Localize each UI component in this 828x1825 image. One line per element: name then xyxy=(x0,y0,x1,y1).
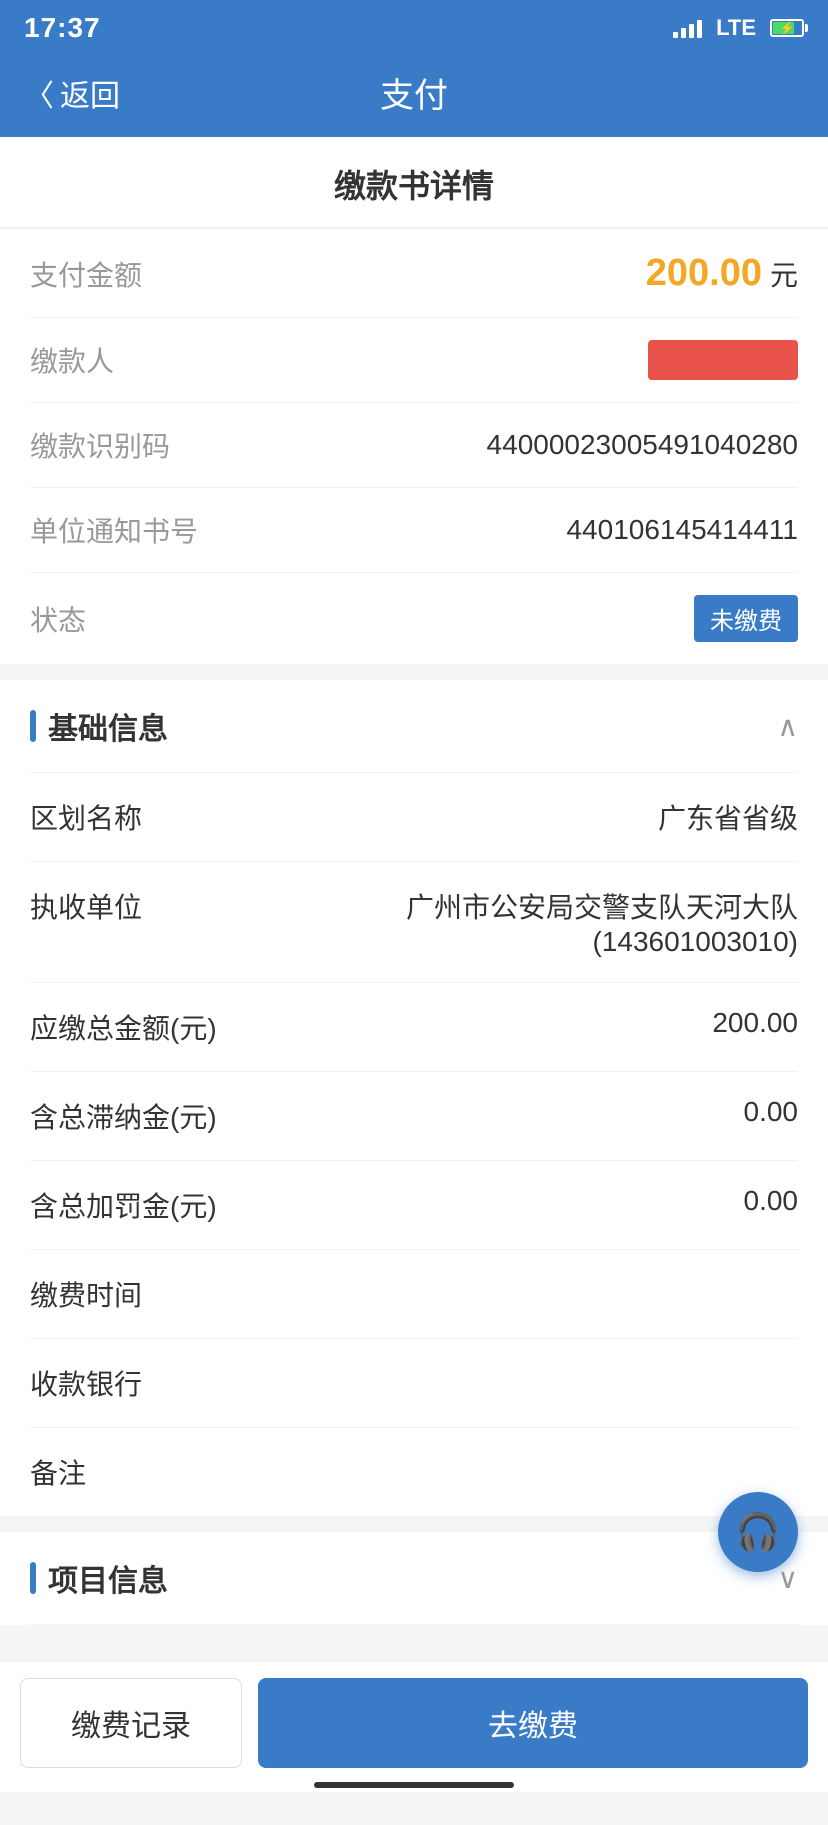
amount-unit: 元 xyxy=(770,254,798,294)
status-time: 17:37 xyxy=(24,12,101,44)
project-info-header[interactable]: 项目信息 ∨ xyxy=(30,1532,798,1625)
status-row: 状态 未缴费 xyxy=(30,573,798,664)
region-row: 区划名称 广东省省级 xyxy=(30,773,798,862)
note-label: 备注 xyxy=(30,1452,230,1492)
region-label: 区划名称 xyxy=(30,797,230,837)
section-header-left: 基础信息 xyxy=(30,704,168,748)
home-indicator xyxy=(0,1782,828,1788)
amount-row: 支付金额 200.00 元 xyxy=(30,230,798,318)
section-indicator xyxy=(30,710,36,742)
penalty-row: 含总加罚金(元) 0.00 xyxy=(30,1161,798,1250)
status-badge: 未缴费 xyxy=(694,595,798,642)
page-title: 缴款书详情 xyxy=(334,168,494,204)
headphone-icon: 🎧 xyxy=(736,1511,781,1553)
total-amount-value: 200.00 xyxy=(230,1007,798,1039)
bank-value: — xyxy=(230,1363,798,1395)
project-info-title: 项目信息 xyxy=(48,1556,168,1600)
section-divider-2 xyxy=(0,1516,828,1532)
collector-value: 广州市公安局交警支队天河大队 (143601003010) xyxy=(230,886,798,958)
payer-row: 缴款人 xyxy=(30,318,798,403)
late-fee-value: 0.00 xyxy=(230,1096,798,1128)
region-value: 广东省省级 xyxy=(230,797,798,837)
payer-label: 缴款人 xyxy=(30,340,114,380)
support-button[interactable]: 🎧 xyxy=(718,1492,798,1572)
signal-icon xyxy=(673,18,702,38)
back-chevron-icon: 〈 xyxy=(24,71,54,115)
late-fee-label: 含总滞纳金(元) xyxy=(30,1096,230,1136)
pay-time-label: 缴费时间 xyxy=(30,1274,230,1314)
basic-info-header[interactable]: 基础信息 ∧ xyxy=(30,680,798,773)
late-fee-row: 含总滞纳金(元) 0.00 xyxy=(30,1072,798,1161)
project-info-section: 项目信息 ∨ xyxy=(0,1532,828,1625)
notice-value: 440106145414411 xyxy=(566,514,798,546)
record-button[interactable]: 缴费记录 xyxy=(20,1678,242,1768)
bank-row: 收款银行 — xyxy=(30,1339,798,1428)
pay-button[interactable]: 去缴费 xyxy=(258,1678,808,1768)
bottom-bar: 缴费记录 去缴费 xyxy=(0,1661,828,1792)
code-row: 缴款识别码 44000023005491040280 xyxy=(30,403,798,488)
payer-redacted xyxy=(648,340,798,380)
battery-icon: ⚡ xyxy=(770,19,804,37)
expand-icon: ∨ xyxy=(778,1562,799,1595)
nav-title: 支付 xyxy=(380,68,448,117)
basic-info-title: 基础信息 xyxy=(48,704,168,748)
penalty-label: 含总加罚金(元) xyxy=(30,1185,230,1225)
lte-icon: LTE xyxy=(716,15,756,41)
project-section-indicator xyxy=(30,1562,36,1594)
back-button[interactable]: 〈 返回 xyxy=(24,71,120,115)
total-amount-row: 应缴总金额(元) 200.00 xyxy=(30,983,798,1072)
amount-label: 支付金额 xyxy=(30,254,142,294)
total-amount-label: 应缴总金额(元) xyxy=(30,1007,230,1047)
home-bar xyxy=(314,1782,514,1788)
collector-row: 执收单位 广州市公安局交警支队天河大队 (143601003010) xyxy=(30,862,798,983)
page-title-section: 缴款书详情 xyxy=(0,137,828,228)
status-label: 状态 xyxy=(30,599,86,639)
status-icons: LTE ⚡ xyxy=(673,15,804,41)
note-value: — xyxy=(230,1452,798,1484)
project-section-header-left: 项目信息 xyxy=(30,1556,168,1600)
collector-label: 执收单位 xyxy=(30,886,230,926)
nav-bar: 〈 返回 支付 xyxy=(0,52,828,137)
pay-time-value: — xyxy=(230,1274,798,1306)
pay-time-row: 缴费时间 — xyxy=(30,1250,798,1339)
code-value: 44000023005491040280 xyxy=(487,429,798,461)
code-label: 缴款识别码 xyxy=(30,425,170,465)
notice-label: 单位通知书号 xyxy=(30,510,198,550)
back-label: 返回 xyxy=(60,71,120,115)
bank-label: 收款银行 xyxy=(30,1363,230,1403)
basic-info-section: 基础信息 ∧ 区划名称 广东省省级 执收单位 广州市公安局交警支队天河大队 (1… xyxy=(0,680,828,1516)
amount-value: 200.00 xyxy=(646,252,762,295)
detail-section: 支付金额 200.00 元 缴款人 缴款识别码 4400002300549104… xyxy=(0,230,828,664)
section-divider-1 xyxy=(0,664,828,680)
notice-row: 单位通知书号 440106145414411 xyxy=(30,488,798,573)
note-row: 备注 — xyxy=(30,1428,798,1516)
collapse-icon: ∧ xyxy=(778,710,799,743)
status-bar: 17:37 LTE ⚡ xyxy=(0,0,828,52)
penalty-value: 0.00 xyxy=(230,1185,798,1217)
